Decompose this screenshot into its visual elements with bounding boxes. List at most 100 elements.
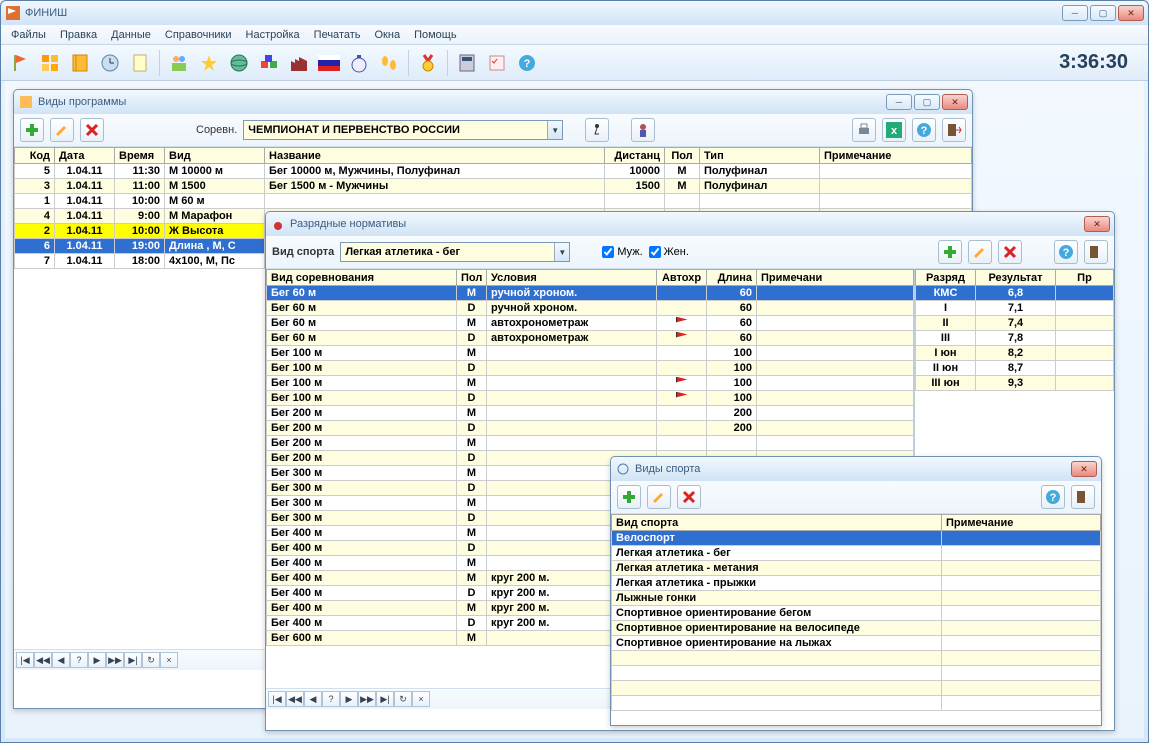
norm-edit-button[interactable] xyxy=(968,240,992,264)
chevron-down-icon[interactable]: ▼ xyxy=(547,121,562,139)
exit-icon[interactable] xyxy=(942,118,966,142)
edit-button[interactable] xyxy=(50,118,74,142)
note-icon[interactable] xyxy=(127,50,153,76)
flag-icon[interactable] xyxy=(7,50,33,76)
close-button[interactable]: ✕ xyxy=(1118,5,1144,21)
nav-button[interactable]: ◀◀ xyxy=(286,691,304,707)
table-row[interactable]: Бег 200 мМ xyxy=(267,436,914,451)
table-row[interactable]: Лыжные гонки xyxy=(612,591,1101,606)
sports-titlebar[interactable]: Виды спорта ✕ xyxy=(611,457,1101,481)
sports-help-icon[interactable]: ? xyxy=(1041,485,1065,509)
table-row[interactable]: Велоспорт xyxy=(612,531,1101,546)
add-button[interactable] xyxy=(20,118,44,142)
cubes-icon[interactable] xyxy=(256,50,282,76)
table-row[interactable]: III юн9,3 xyxy=(916,376,1114,391)
people-icon[interactable] xyxy=(166,50,192,76)
medal-icon[interactable] xyxy=(415,50,441,76)
sports-add-button[interactable] xyxy=(617,485,641,509)
menu-data[interactable]: Данные xyxy=(105,27,157,43)
table-row[interactable]: Бег 60 мМручной хроном.60 xyxy=(267,286,914,301)
table-row[interactable]: Спортивное ориентирование на лыжах xyxy=(612,636,1101,651)
table-row[interactable]: Бег 100 мD100 xyxy=(267,361,914,376)
chevron-down-icon[interactable]: ▼ xyxy=(554,243,569,261)
table-row[interactable]: Легкая атлетика - прыжки xyxy=(612,576,1101,591)
comp-input[interactable] xyxy=(244,124,547,136)
table-row[interactable]: Бег 100 мМ100 xyxy=(267,376,914,391)
norm-delete-button[interactable] xyxy=(998,240,1022,264)
nav-button[interactable]: × xyxy=(412,691,430,707)
table-row[interactable]: КМС6,8 xyxy=(916,286,1114,301)
minimize-button[interactable]: ─ xyxy=(1062,5,1088,21)
table-row[interactable]: Бег 60 мDавтохронометраж60 xyxy=(267,331,914,346)
menu-files[interactable]: Файлы xyxy=(5,27,52,43)
nav-button[interactable]: ▶▶ xyxy=(106,652,124,668)
male-checkbox[interactable]: Муж. xyxy=(602,246,642,258)
print-icon[interactable] xyxy=(852,118,876,142)
program-close[interactable]: ✕ xyxy=(942,94,968,110)
table-row[interactable]: II юн8,7 xyxy=(916,361,1114,376)
grid-icon[interactable] xyxy=(37,50,63,76)
norm-close[interactable]: ✕ xyxy=(1084,216,1110,232)
table-row[interactable]: I юн8,2 xyxy=(916,346,1114,361)
nav-button[interactable]: |◀ xyxy=(268,691,286,707)
star-icon[interactable] xyxy=(196,50,222,76)
sports-edit-button[interactable] xyxy=(647,485,671,509)
nav-button[interactable]: ▶ xyxy=(340,691,358,707)
norm-exit-icon[interactable] xyxy=(1084,240,1108,264)
table-row[interactable]: Спортивное ориентирование бегом xyxy=(612,606,1101,621)
program-max[interactable]: ▢ xyxy=(914,94,940,110)
help2-icon[interactable]: ? xyxy=(912,118,936,142)
runner-icon[interactable] xyxy=(585,118,609,142)
sports-delete-button[interactable] xyxy=(677,485,701,509)
table-row[interactable]: 31.04.1111:00М 1500Бег 1500 м - Мужчины1… xyxy=(15,179,972,194)
program-titlebar[interactable]: Виды программы ─ ▢ ✕ xyxy=(14,90,972,114)
table-row[interactable]: III7,8 xyxy=(916,331,1114,346)
female-checkbox[interactable]: Жен. xyxy=(649,246,689,258)
nav-button[interactable]: ◀◀ xyxy=(34,652,52,668)
menu-print[interactable]: Печатать xyxy=(308,27,367,43)
sport-combo[interactable]: ▼ xyxy=(340,242,570,262)
delete-button[interactable] xyxy=(80,118,104,142)
table-row[interactable]: Легкая атлетика - метания xyxy=(612,561,1101,576)
sports-exit-icon[interactable] xyxy=(1071,485,1095,509)
nav-button[interactable]: ◀ xyxy=(304,691,322,707)
table-row[interactable]: Спортивное ориентирование на велосипеде xyxy=(612,621,1101,636)
table-row[interactable]: Бег 60 мМавтохронометраж60 xyxy=(267,316,914,331)
menu-reference[interactable]: Справочники xyxy=(159,27,238,43)
rank-table[interactable]: РазрядРезультатПр КМС6,8I7,1II7,4III7,8I… xyxy=(915,269,1114,391)
nav-button[interactable]: |◀ xyxy=(16,652,34,668)
norm-titlebar[interactable]: Разрядные нормативы ✕ xyxy=(266,212,1114,236)
table-row[interactable]: Бег 100 мD100 xyxy=(267,391,914,406)
table-row[interactable]: 51.04.1111:30М 10000 мБег 10000 м, Мужчи… xyxy=(15,164,972,179)
calculator-icon[interactable] xyxy=(454,50,480,76)
factory-icon[interactable] xyxy=(286,50,312,76)
nav-button[interactable]: ▶▶ xyxy=(358,691,376,707)
table-row[interactable]: II7,4 xyxy=(916,316,1114,331)
help-icon[interactable]: ? xyxy=(514,50,540,76)
checklist-icon[interactable] xyxy=(484,50,510,76)
main-titlebar[interactable]: ФИНИШ ─ ▢ ✕ xyxy=(1,1,1148,25)
table-row[interactable]: Бег 100 мМ100 xyxy=(267,346,914,361)
clock-icon[interactable] xyxy=(97,50,123,76)
table-row[interactable]: Бег 200 мD200 xyxy=(267,421,914,436)
nav-button[interactable]: ◀ xyxy=(52,652,70,668)
notebook-icon[interactable] xyxy=(67,50,93,76)
table-row[interactable]: Бег 60 мDручной хроном.60 xyxy=(267,301,914,316)
menu-windows[interactable]: Окна xyxy=(369,27,407,43)
sport-input[interactable] xyxy=(341,246,554,258)
sports-table[interactable]: Вид спортаПримечание ВелоспортЛегкая атл… xyxy=(611,514,1101,711)
sports-close[interactable]: ✕ xyxy=(1071,461,1097,477)
person-icon[interactable] xyxy=(631,118,655,142)
norm-add-button[interactable] xyxy=(938,240,962,264)
comp-combo[interactable]: ▼ xyxy=(243,120,563,140)
program-min[interactable]: ─ xyxy=(886,94,912,110)
nav-button[interactable]: ▶ xyxy=(88,652,106,668)
rus-flag-icon[interactable] xyxy=(316,50,342,76)
nav-button[interactable]: ? xyxy=(70,652,88,668)
menu-edit[interactable]: Правка xyxy=(54,27,103,43)
maximize-button[interactable]: ▢ xyxy=(1090,5,1116,21)
table-row[interactable]: Бег 200 мМ200 xyxy=(267,406,914,421)
footprints-icon[interactable] xyxy=(376,50,402,76)
nav-button[interactable]: × xyxy=(160,652,178,668)
nav-button[interactable]: ? xyxy=(322,691,340,707)
